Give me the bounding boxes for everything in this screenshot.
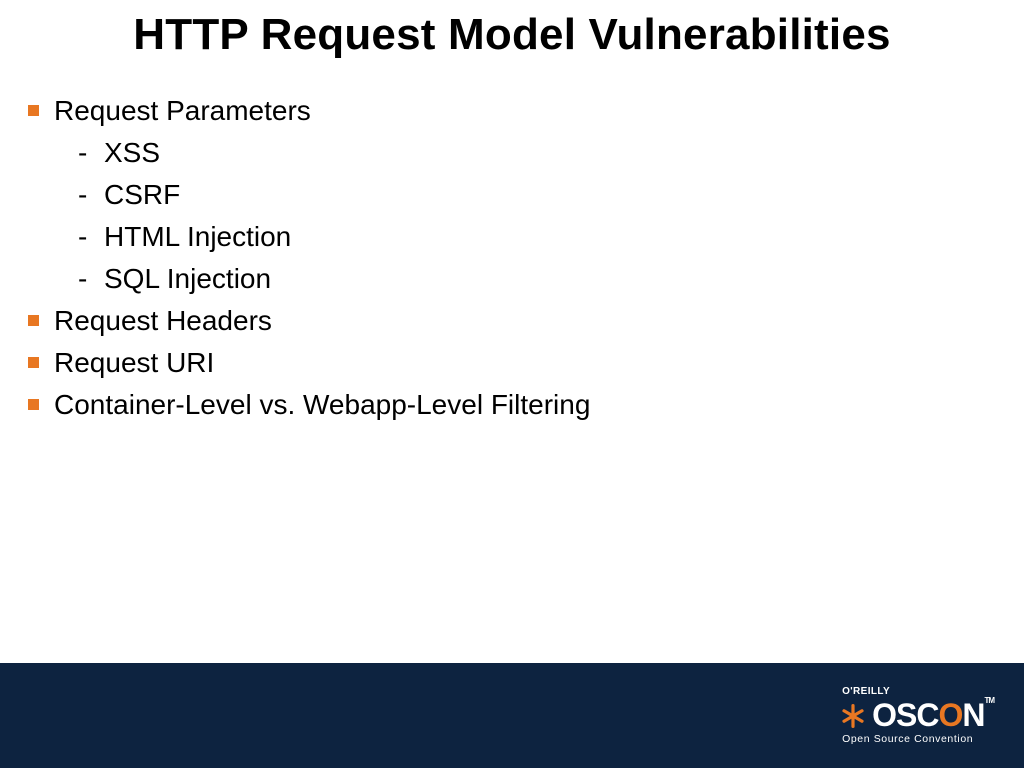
list-item-text: Request Headers: [54, 305, 272, 336]
footer-bar: O'REILLY OSCONTM Open Source Convention: [0, 663, 1024, 768]
list-item-text: HTML Injection: [104, 221, 291, 252]
list-item: Request Headers: [20, 300, 1004, 342]
list-item: XSS: [74, 132, 1004, 174]
list-item-text: XSS: [104, 137, 160, 168]
list-item: Container-Level vs. Webapp-Level Filteri…: [20, 384, 1004, 426]
list-item-text: CSRF: [104, 179, 180, 210]
list-item: HTML Injection: [74, 216, 1004, 258]
list-item-text: SQL Injection: [104, 263, 271, 294]
brand-accent: O: [938, 697, 962, 733]
sub-list: XSS CSRF HTML Injection SQL Injection: [54, 132, 1004, 300]
list-item-text: Request Parameters: [54, 95, 311, 126]
slide-body: Request Parameters XSS CSRF HTML Injecti…: [0, 60, 1024, 426]
trademark-icon: TM: [984, 696, 994, 705]
bullet-list: Request Parameters XSS CSRF HTML Injecti…: [20, 90, 1004, 426]
list-item: CSRF: [74, 174, 1004, 216]
list-item-text: Request URI: [54, 347, 214, 378]
list-item: Request URI: [20, 342, 1004, 384]
list-item-text: Container-Level vs. Webapp-Level Filteri…: [54, 389, 590, 420]
oscon-logo: O'REILLY OSCONTM Open Source Convention: [840, 686, 994, 745]
publisher-label: O'REILLY: [842, 686, 890, 697]
logo-main: OSCONTM: [840, 699, 994, 731]
list-item: SQL Injection: [74, 258, 1004, 300]
brand-text: OSCONTM: [872, 699, 994, 731]
brand-part1: OSC: [872, 697, 938, 733]
asterisk-icon: [840, 703, 866, 729]
slide: HTTP Request Model Vulnerabilities Reque…: [0, 0, 1024, 768]
list-item: Request Parameters XSS CSRF HTML Injecti…: [20, 90, 1004, 300]
slide-title: HTTP Request Model Vulnerabilities: [0, 0, 1024, 60]
tagline: Open Source Convention: [842, 733, 973, 745]
brand-part2: N: [962, 697, 984, 733]
